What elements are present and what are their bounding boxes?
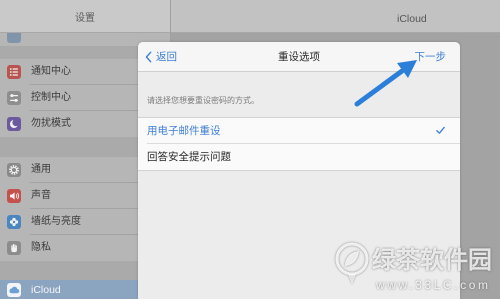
sidebar-title: 设置 (75, 13, 95, 24)
option-label: 回答安全提示问题 (147, 151, 231, 163)
watermark-url: www.33LC.com (376, 278, 491, 292)
sidebar-header: 设置 (0, 0, 170, 33)
section-header: 请选择您想要重设密码的方式。 (147, 96, 259, 105)
option-reset-by-email[interactable]: 用电子邮件重设 (138, 118, 460, 144)
sidebar-item-label: 通用 (31, 164, 51, 175)
cloud-icon (7, 283, 21, 297)
watermark-brand: 绿茶软件园 (372, 246, 492, 274)
wallpaper-flower-icon (7, 215, 21, 229)
control-center-icon (7, 91, 21, 105)
sidebar-item-label: 控制中心 (31, 92, 71, 103)
sheet-nav-bar: 返回 重设选项 下一步 (138, 42, 460, 72)
option-label: 用电子邮件重设 (147, 125, 221, 137)
sidebar-item-label: 墙纸与亮度 (31, 216, 81, 227)
ipad-settings-screen: 通知中心 控制中心 勿扰模式 通用 声音 墙纸与亮度 隐私 iCloud 设置 … (0, 0, 500, 299)
watermark-logo-icon (335, 242, 369, 284)
next-button[interactable]: 下一步 (415, 51, 447, 63)
checkmark-icon (436, 126, 445, 134)
reset-method-list: 用电子邮件重设 回答安全提示问题 (138, 117, 460, 171)
sidebar-item-label: 隐私 (31, 242, 51, 253)
moon-icon (7, 117, 21, 131)
detail-header: iCloud (171, 0, 500, 33)
speaker-icon (7, 189, 21, 203)
notification-center-icon (7, 65, 21, 79)
sheet-title: 重设选项 (278, 51, 320, 63)
sidebar-item-label: iCloud (31, 284, 61, 296)
sidebar-item-label: 声音 (31, 190, 51, 201)
sidebar-item-label: 通知中心 (31, 66, 71, 77)
hand-icon (7, 241, 21, 255)
option-answer-security-questions[interactable]: 回答安全提示问题 (138, 144, 460, 170)
gear-icon (7, 163, 21, 177)
sidebar-item-label: 勿扰模式 (31, 118, 71, 129)
detail-title: iCloud (397, 13, 427, 25)
